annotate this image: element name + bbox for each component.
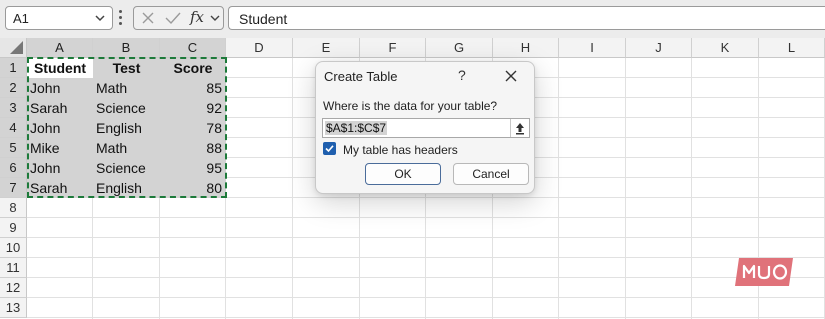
column-header-i[interactable]: I [559,38,626,58]
grid-line [27,297,825,298]
range-value: $A$1:$C$7 [325,121,388,135]
help-button[interactable]: ? [458,67,466,83]
create-table-dialog: Create Table ? Where is the data for you… [315,61,535,194]
column-header-f[interactable]: F [360,38,426,58]
collapse-arrow-icon [516,123,524,135]
grid-line [27,237,825,238]
collapse-dialog-button[interactable] [510,119,529,137]
ok-button[interactable]: OK [365,163,441,185]
grid-line [691,58,692,319]
headers-checkbox[interactable] [323,142,336,155]
formula-buttons: fx [133,6,224,30]
headers-checkbox-label[interactable]: My table has headers [343,143,458,157]
column-header-a[interactable]: A [27,38,93,58]
column-header-c[interactable]: C [160,38,226,58]
row-header-7[interactable]: 7 [0,178,27,198]
name-box-value: A1 [13,11,29,26]
dialog-title: Create Table [324,69,398,84]
enter-check-icon[interactable] [164,10,182,26]
range-prompt: Where is the data for your table? [323,99,498,113]
row-header-4[interactable]: 4 [0,118,27,138]
cancel-button[interactable]: Cancel [453,163,529,185]
row-header-12[interactable]: 12 [0,278,27,298]
formula-bar: A1 fx Student [0,0,825,38]
cancel-icon[interactable] [140,10,156,26]
grid-line [558,58,559,319]
grid-line [27,217,825,218]
column-header-g[interactable]: G [426,38,493,58]
row-header-11[interactable]: 11 [0,258,27,278]
column-header-d[interactable]: D [226,38,293,58]
grid-line [625,58,626,319]
column-header-h[interactable]: H [493,38,559,58]
column-header-e[interactable]: E [293,38,360,58]
chevron-down-icon[interactable] [94,11,106,25]
row-header-6[interactable]: 6 [0,158,27,178]
row-header-2[interactable]: 2 [0,78,27,98]
column-header-j[interactable]: J [626,38,692,58]
insert-function-icon[interactable]: fx [190,8,204,26]
column-header-l[interactable]: L [759,38,825,58]
row-header-10[interactable]: 10 [0,238,27,258]
column-header-b[interactable]: B [93,38,160,58]
row-header-8[interactable]: 8 [0,198,27,218]
grid-line [27,277,825,278]
select-all-button[interactable] [0,38,27,58]
row-header-5[interactable]: 5 [0,138,27,158]
chevron-down-icon[interactable] [209,12,221,24]
formula-input[interactable]: Student [228,6,825,30]
row-header-13[interactable]: 13 [0,298,27,318]
row-header-3[interactable]: 3 [0,98,27,118]
grid-line [27,317,825,318]
grid-line [292,58,293,319]
row-header-9[interactable]: 9 [0,218,27,238]
row-header-1[interactable]: 1 [0,58,27,78]
name-box[interactable]: A1 [5,6,113,30]
more-options-icon[interactable] [118,10,124,26]
formula-value: Student [239,11,288,27]
grid-line [27,257,825,258]
range-input[interactable]: $A$1:$C$7 [322,118,530,138]
muo-logo [735,258,793,286]
checkmark-icon [325,145,334,153]
close-icon[interactable] [504,69,518,83]
column-header-k[interactable]: K [692,38,759,58]
selection-marquee [27,57,227,198]
